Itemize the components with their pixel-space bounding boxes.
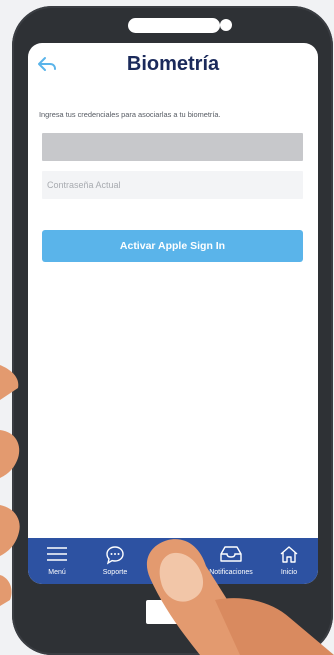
tab-menu[interactable]: Menú xyxy=(28,538,86,584)
tab-support-label: Soporte xyxy=(102,569,128,576)
tab-hidden[interactable] xyxy=(144,538,202,584)
username-field[interactable] xyxy=(42,133,303,161)
tab-home[interactable]: Inicio xyxy=(260,538,318,584)
current-password-field[interactable] xyxy=(42,171,303,199)
chat-support-icon xyxy=(106,546,124,565)
tab-notifications[interactable]: Notificaciones xyxy=(202,538,260,584)
app-screen: Biometría Ingresa tus credenciales para … xyxy=(28,43,318,584)
phone-home-button xyxy=(146,600,190,624)
tab-menu-label: Menú xyxy=(48,569,66,576)
activate-apple-sign-in-button[interactable]: Activar Apple Sign In xyxy=(42,230,303,262)
header: Biometría xyxy=(28,43,318,91)
menu-icon xyxy=(47,547,67,561)
phone-camera xyxy=(220,19,232,31)
tab-notifications-label: Notificaciones xyxy=(209,569,253,576)
page-title: Biometría xyxy=(126,53,220,75)
home-icon xyxy=(280,546,298,563)
tab-support[interactable]: Soporte xyxy=(86,538,144,584)
bottom-tab-bar: Menú Soporte Notificaciones Inicio xyxy=(28,538,318,584)
phone-speaker xyxy=(128,18,220,33)
inbox-icon xyxy=(220,546,242,562)
intro-text: Ingresa tus credenciales para asociarlas… xyxy=(39,110,221,119)
tab-home-label: Inicio xyxy=(280,569,298,576)
